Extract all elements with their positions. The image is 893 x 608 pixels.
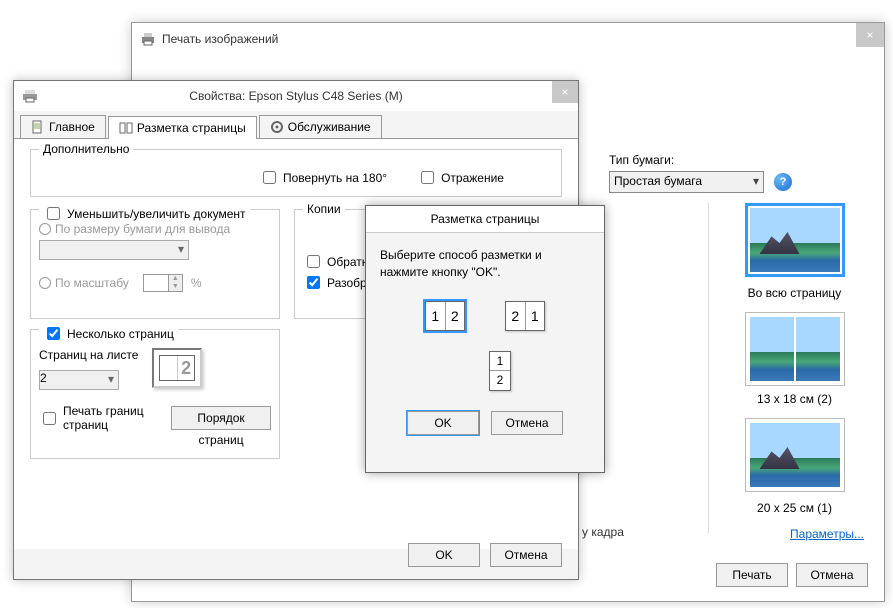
pages-per-sheet-select[interactable]: 2 [39, 370, 119, 390]
scale-spinner: ▲▼ [143, 274, 183, 292]
gear-icon [270, 120, 284, 134]
thumb-label: 20 x 25 см (1) [721, 501, 868, 515]
paper-type-label: Тип бумаги: [609, 153, 874, 167]
fit-select [39, 240, 189, 260]
copies-group-title: Копии [303, 202, 345, 216]
rotate-180-checkbox[interactable]: Повернуть на 180° [259, 168, 387, 187]
resize-group: Уменьшить/увеличить документ По размеру … [30, 209, 280, 319]
popup-cancel-button[interactable]: Отмена [491, 411, 563, 435]
layout-preview-icon: 2 [152, 348, 202, 388]
printer-icon [140, 31, 156, 47]
parameters-link[interactable]: Параметры... [790, 527, 864, 541]
help-icon[interactable]: ? [774, 173, 792, 191]
thumb-13x18[interactable]: 13 x 18 см (2) [721, 312, 868, 406]
tabs: Главное Разметка страницы Обслуживание [14, 111, 578, 139]
cancel-button[interactable]: Отмена [796, 563, 868, 587]
thumb-full-page[interactable]: Во всю страницу [721, 203, 868, 300]
pages-per-sheet-label: Страниц на листе [39, 348, 138, 362]
props-cancel-button[interactable]: Отмена [490, 543, 562, 567]
main-buttons: Печать Отмена [716, 563, 868, 587]
popup-ok-button[interactable]: OK [407, 411, 479, 435]
tab-page-layout[interactable]: Разметка страницы [108, 116, 257, 139]
document-icon [31, 120, 45, 134]
layout-thumbnails: Во всю страницу 13 x 18 см (2) 20 x 25 с… [708, 203, 868, 533]
popup-message: Выберите способ разметки и нажмите кнопк… [380, 247, 590, 281]
paper-type-select[interactable]: Простая бумага [609, 171, 764, 193]
multi-page-group: Несколько страниц Страниц на листе 2 2 П… [30, 329, 280, 459]
thumb-label: Во всю страницу [721, 286, 868, 300]
print-button[interactable]: Печать [716, 563, 788, 587]
page-layout-popup: Разметка страницы Выберите способ размет… [365, 205, 605, 473]
mirror-checkbox[interactable]: Отражение [417, 168, 504, 187]
fit-radio: По размеру бумаги для вывода [39, 222, 271, 236]
multi-page-checkbox[interactable]: Несколько страниц [39, 324, 178, 343]
tab-maintenance[interactable]: Обслуживание [259, 115, 382, 138]
thumb-label: 13 x 18 см (2) [721, 392, 868, 406]
layout-option-vertical-12[interactable]: 12 [489, 351, 511, 391]
extra-group-title: Дополнительно [39, 142, 133, 156]
crop-label: у кадра [582, 525, 624, 539]
layout-icon [119, 121, 133, 135]
tab-general[interactable]: Главное [20, 115, 106, 138]
props-close-button[interactable]: × [552, 81, 578, 103]
popup-title: Разметка страницы [366, 206, 604, 233]
resize-checkbox[interactable]: Уменьшить/увеличить документ [39, 204, 250, 223]
props-ok-button[interactable]: OK [408, 543, 480, 567]
extra-group: Дополнительно Повернуть на 180° Отражени… [30, 149, 562, 197]
main-title: Печать изображений [162, 32, 278, 46]
print-borders-checkbox[interactable]: Печать границ страниц [39, 404, 157, 432]
props-titlebar: Свойства: Epson Stylus C48 Series (M) × [14, 81, 578, 111]
paper-type-panel: Тип бумаги: Простая бумага ? [609, 153, 874, 193]
thumb-20x25[interactable]: 20 x 25 см (1) [721, 418, 868, 515]
printer-icon [22, 89, 38, 103]
main-titlebar: Печать изображений × [132, 23, 884, 55]
scale-radio: По масштабу ▲▼ % [39, 274, 271, 292]
layout-option-12[interactable]: 12 [425, 301, 465, 331]
props-title: Свойства: Epson Stylus C48 Series (M) [189, 89, 402, 103]
props-buttons: OK Отмена [408, 543, 562, 567]
page-order-button[interactable]: Порядок страниц [171, 406, 271, 430]
layout-option-21[interactable]: 21 [505, 301, 545, 331]
close-button[interactable]: × [856, 23, 884, 47]
